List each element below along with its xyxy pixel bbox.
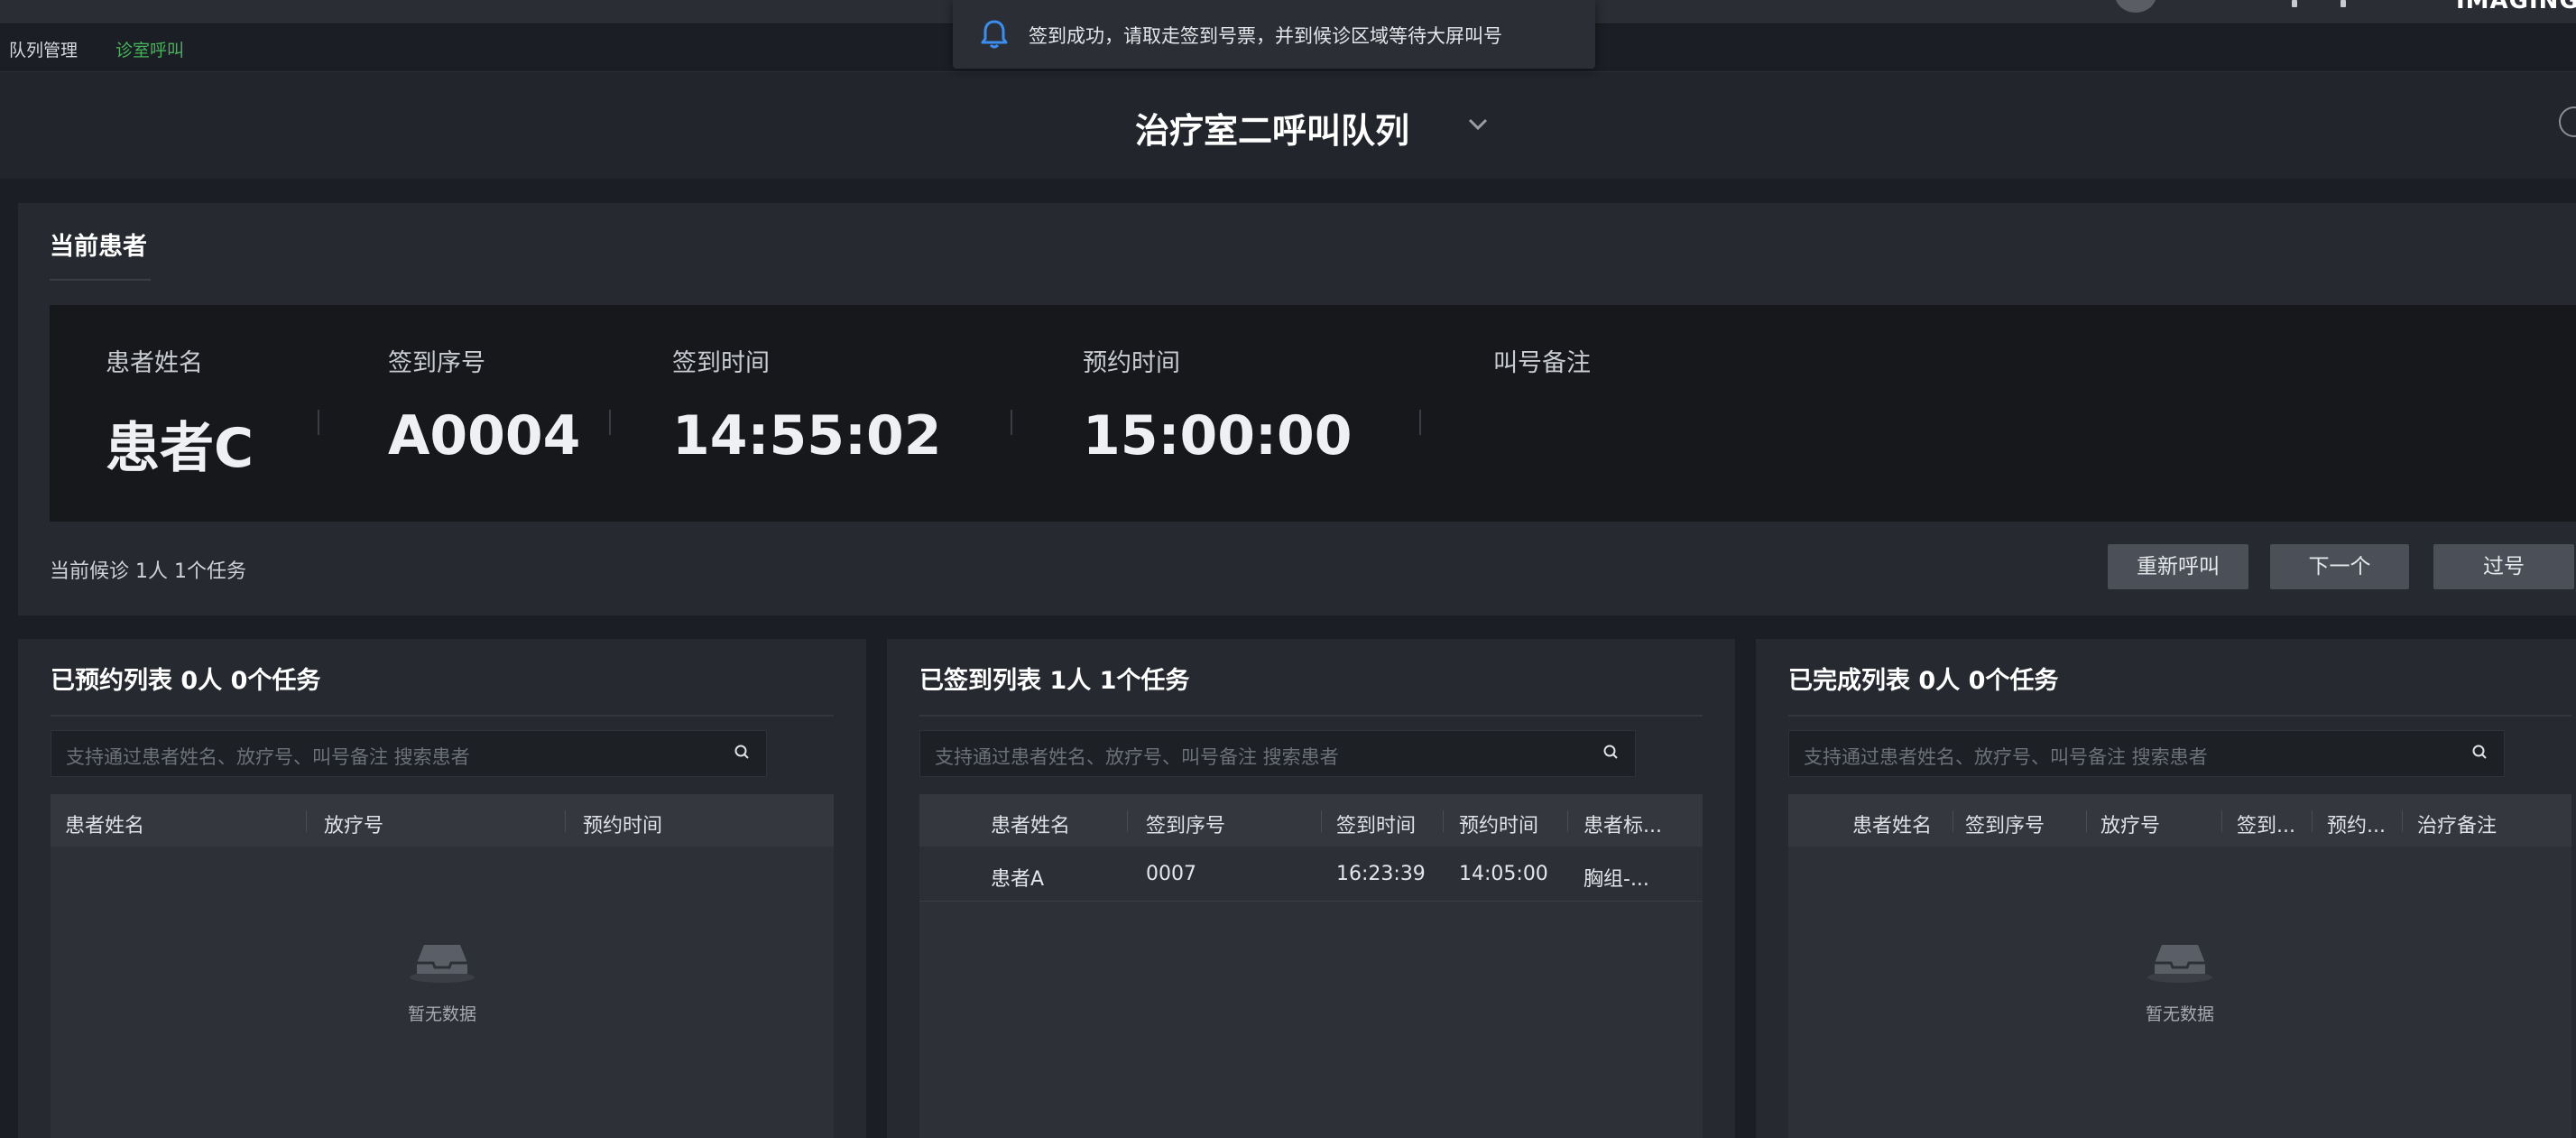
table-row[interactable]: 患者A 0007 16:23:39 14:05:00 胸组-... [919, 847, 1703, 902]
checked-in-list-title: 已签到列表 1人 1个任务 [919, 667, 1190, 695]
empty-text: 暂无数据 [2145, 1004, 2214, 1024]
table-body: 暂无数据 [1788, 847, 2571, 1138]
title-divider [919, 715, 1703, 717]
search-icon[interactable] [2471, 744, 2489, 762]
reserved-search-input[interactable]: 支持通过患者姓名、放疗号、叫号备注 搜索患者 [51, 730, 767, 777]
column-header[interactable]: 患者姓名 [65, 810, 144, 838]
field-value: 15:00:00 [1083, 404, 1353, 467]
search-icon[interactable] [1602, 744, 1620, 762]
inbox-icon [410, 945, 475, 983]
column-divider [2221, 810, 2222, 832]
table-body: 暂无数据 [51, 847, 834, 1138]
settings-icon[interactable] [2341, 0, 2346, 7]
completed-list-panel: 已完成列表 0人 0个任务 支持通过患者姓名、放疗号、叫号备注 搜索患者 患者姓… [1756, 639, 2576, 1138]
column-header[interactable]: 预约... [2327, 810, 2386, 838]
column-divider [2086, 810, 2087, 832]
divider [1419, 410, 1421, 435]
column-header[interactable]: 放疗号 [2101, 810, 2160, 838]
column-divider [1567, 810, 1568, 832]
divider [1011, 410, 1012, 435]
column-header[interactable]: 放疗号 [324, 810, 383, 838]
search-placeholder: 支持通过患者姓名、放疗号、叫号备注 搜索患者 [66, 746, 470, 768]
reserved-list-panel: 已预约列表 0人 0个任务 支持通过患者姓名、放疗号、叫号备注 搜索患者 患者姓… [18, 639, 866, 1138]
column-header[interactable]: 签到序号 [1965, 810, 2045, 838]
current-patient-panel: 当前患者 患者姓名 患者C 签到序号 A0004 签到时间 14:55:02 预… [18, 203, 2576, 615]
current-patient-card: 患者姓名 患者C 签到序号 A0004 签到时间 14:55:02 预约时间 1… [50, 305, 2576, 522]
field-value: A0004 [388, 404, 581, 467]
column-divider [2312, 810, 2313, 832]
empty-state: 暂无数据 [1788, 932, 2571, 1025]
column-header[interactable]: 签到时间 [1336, 810, 1416, 838]
table-header: 患者姓名 签到序号 放疗号 签到... 预约... 治疗备注 [1788, 794, 2571, 847]
field-label: 签到时间 [672, 349, 770, 377]
table-header: 患者姓名 放疗号 预约时间 [51, 794, 834, 847]
completed-list-title: 已完成列表 0人 0个任务 [1788, 667, 2059, 695]
search-placeholder: 支持通过患者姓名、放疗号、叫号备注 搜索患者 [935, 746, 1339, 768]
tab-clinic-call[interactable]: 诊室呼叫 [115, 37, 185, 74]
chevron-down-icon[interactable] [1467, 117, 1489, 132]
column-header[interactable]: 患者姓名 [991, 810, 1070, 838]
page-title: 治疗室二呼叫队列 [1135, 111, 1410, 151]
completed-search-input[interactable]: 支持通过患者姓名、放疗号、叫号备注 搜索患者 [1788, 730, 2505, 777]
divider [318, 410, 319, 435]
cell-patient-tag: 胸组-... [1583, 868, 1649, 891]
cell-checkin-number: 0007 [1146, 863, 1196, 885]
title-underline [50, 279, 151, 281]
skip-button[interactable]: 过号 [2433, 544, 2574, 589]
current-patient-title: 当前患者 [50, 233, 147, 261]
column-divider [1443, 810, 1444, 832]
cell-appointment-time: 14:05:00 [1459, 863, 1548, 885]
search-icon[interactable] [734, 744, 752, 762]
column-header[interactable]: 治疗备注 [2417, 810, 2497, 838]
empty-text: 暂无数据 [407, 1004, 476, 1024]
column-divider [1321, 810, 1322, 832]
column-header[interactable]: 预约时间 [583, 810, 662, 838]
table-body: 患者A 0007 16:23:39 14:05:00 胸组-... [919, 847, 1703, 1138]
reserved-list-title: 已预约列表 0人 0个任务 [51, 667, 321, 695]
brand-logo: IMAGING [2456, 0, 2576, 14]
recall-button[interactable]: 重新呼叫 [2108, 544, 2248, 589]
waiting-count: 当前候诊 1人 1个任务 [50, 560, 246, 583]
globe-icon[interactable] [2559, 106, 2576, 137]
empty-state: 暂无数据 [51, 932, 834, 1025]
field-value: 14:55:02 [672, 404, 942, 467]
checked-in-search-input[interactable]: 支持通过患者姓名、放疗号、叫号备注 搜索患者 [919, 730, 1636, 777]
field-label: 签到序号 [388, 349, 485, 377]
page-header: 治疗室二呼叫队列 [0, 72, 2576, 179]
column-header[interactable]: 预约时间 [1459, 810, 1538, 838]
tab-queue-management[interactable]: 队列管理 [9, 37, 78, 72]
field-label: 叫号备注 [1493, 349, 1591, 377]
next-button[interactable]: 下一个 [2270, 544, 2409, 589]
search-placeholder: 支持通过患者姓名、放疗号、叫号备注 搜索患者 [1804, 746, 2208, 768]
title-divider [51, 715, 834, 717]
field-label: 预约时间 [1083, 349, 1180, 377]
column-divider [1127, 810, 1128, 832]
title-divider [1788, 715, 2571, 717]
checked-in-list-panel: 已签到列表 1人 1个任务 支持通过患者姓名、放疗号、叫号备注 搜索患者 患者姓… [887, 639, 1735, 1138]
notification-icon[interactable] [2292, 0, 2297, 7]
divider [609, 410, 611, 435]
bell-icon [981, 20, 1008, 49]
column-header[interactable]: 患者姓名 [1852, 810, 1932, 838]
notification-message: 签到成功，请取走签到号票，并到候诊区域等待大屏叫号 [1029, 25, 1502, 47]
inbox-icon [2147, 945, 2212, 983]
notification-toast: 签到成功，请取走签到号票，并到候诊区域等待大屏叫号 [953, 0, 1595, 69]
column-header[interactable]: 患者标... [1583, 810, 1662, 838]
field-value: 患者C [106, 417, 254, 480]
column-divider [2402, 810, 2403, 832]
column-divider [565, 810, 566, 832]
column-header[interactable]: 签到序号 [1146, 810, 1225, 838]
table-header: 患者姓名 签到序号 签到时间 预约时间 患者标... [919, 794, 1703, 847]
avatar[interactable] [2115, 0, 2156, 13]
cell-checkin-time: 16:23:39 [1336, 863, 1426, 885]
column-header[interactable]: 签到... [2237, 810, 2295, 838]
field-label: 患者姓名 [106, 349, 203, 377]
column-divider [306, 810, 307, 832]
cell-patient-name: 患者A [991, 868, 1045, 891]
